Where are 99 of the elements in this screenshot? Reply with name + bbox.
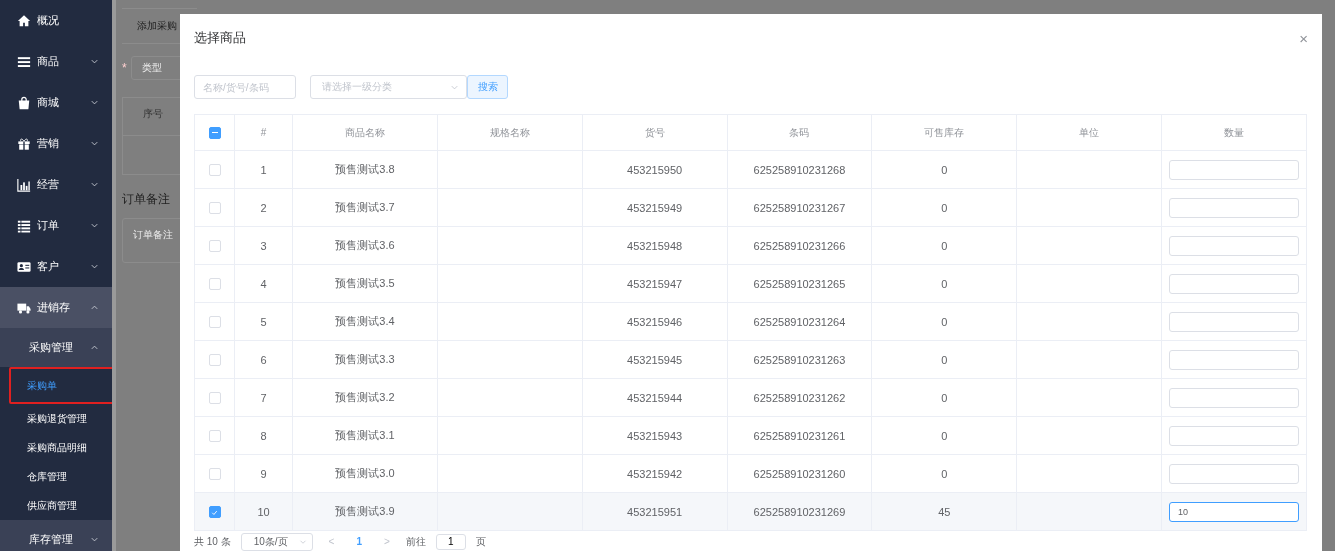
submenu-link[interactable]: 采购商品明细 (0, 433, 112, 462)
section-heading: 订单备注 (122, 191, 170, 208)
table-cell: 预售测试3.3 (335, 353, 395, 365)
table-cell: 预售测试3.8 (335, 163, 395, 175)
page-number-field[interactable]: 1 (435, 533, 466, 550)
nav-item[interactable]: 商城 (0, 82, 112, 123)
column-header: 可售库存 (871, 114, 1017, 151)
checkbox[interactable] (208, 126, 221, 139)
table-cell: 625258910231264 (753, 315, 846, 328)
quantity-field[interactable] (1169, 311, 1300, 332)
gift-icon (17, 136, 31, 151)
submenu-link[interactable]: 供应商管理 (0, 491, 112, 520)
nav-item[interactable]: 概况 (0, 0, 112, 41)
nav-item[interactable]: 商品 (0, 41, 112, 82)
table-cell: 625258910231266 (753, 239, 846, 252)
table-cell: 45 (938, 505, 951, 518)
submenu-link[interactable]: 采购退货管理 (0, 404, 112, 433)
table-cell: 453215943 (627, 429, 683, 442)
required-mark: * (122, 61, 127, 75)
table-cell: 0 (941, 239, 948, 252)
table-cell: 预售测试3.4 (335, 315, 395, 327)
table-cell: 625258910231260 (753, 467, 846, 480)
quantity-field[interactable] (1169, 197, 1300, 218)
table-cell: 预售测试3.9 (335, 505, 395, 517)
nav-item[interactable]: 营销 (0, 123, 112, 164)
table-cell: 5 (260, 315, 267, 328)
menu-icon (17, 54, 31, 69)
table-cell: 453215950 (627, 163, 683, 176)
table-cell: 453215946 (627, 315, 683, 328)
quantity-field[interactable]: 10 (1169, 501, 1300, 522)
page-size-select[interactable]: 10条/页 (240, 532, 313, 551)
house-icon (17, 13, 31, 28)
table-cell: 625258910231269 (753, 505, 846, 518)
submenu-item[interactable]: 采购管理 (0, 328, 112, 367)
column-header: 规格名称 (437, 114, 583, 151)
table-cell: 0 (941, 277, 948, 290)
table-cell: 预售测试3.6 (335, 239, 395, 251)
table-cell: 9 (260, 467, 267, 480)
table-cell: 7 (260, 391, 267, 404)
table-cell: 0 (941, 429, 948, 442)
column-header: 商品名称 (292, 114, 438, 151)
goto-label: 前往 (405, 534, 426, 549)
quantity-field[interactable] (1169, 349, 1300, 370)
page-suffix: 页 (475, 534, 486, 549)
column-header: 单位 (1016, 114, 1162, 151)
table-cell: 453215945 (627, 353, 683, 366)
table-cell: 453215942 (627, 467, 683, 480)
table-cell: 625258910231262 (753, 391, 846, 404)
table-cell: 预售测试3.1 (335, 429, 395, 441)
table-cell: 453215948 (627, 239, 683, 252)
table-cell: 0 (941, 391, 948, 404)
table-cell: 453215944 (627, 391, 683, 404)
bar-chart-icon (17, 177, 31, 192)
submenu-link[interactable]: 仓库管理 (0, 462, 112, 491)
nav-item[interactable]: 经营 (0, 164, 112, 205)
table-cell: 0 (941, 315, 948, 328)
table-cell: 1 (260, 163, 267, 176)
quantity-field[interactable] (1169, 425, 1300, 446)
quantity-field[interactable] (1169, 235, 1300, 256)
table-cell: 3 (260, 239, 267, 252)
table-cell: 0 (941, 201, 948, 214)
column-header: # (234, 114, 293, 151)
total-count: 共 10 条 (194, 534, 231, 549)
table-cell: 4 (260, 277, 267, 290)
table-cell: 8 (260, 429, 267, 442)
quantity-field[interactable] (1169, 273, 1300, 294)
quantity-field[interactable] (1169, 159, 1300, 180)
table-cell: 453215951 (627, 505, 683, 518)
dialog-title: 选择商品 (194, 29, 246, 47)
shopping-bag-icon (17, 95, 31, 110)
table-cell: 2 (260, 201, 267, 214)
checkbox[interactable] (208, 506, 221, 519)
contact-card-icon (17, 259, 31, 274)
table-cell: 预售测试3.5 (335, 277, 395, 289)
table-cell: 0 (941, 163, 948, 176)
table-cell: 453215947 (627, 277, 683, 290)
table-cell: 625258910231265 (753, 277, 846, 290)
table-cell: 6 (260, 353, 267, 366)
nav-item[interactable]: 客户 (0, 246, 112, 287)
table-cell: 预售测试3.2 (335, 391, 395, 403)
column-header: 货号 (582, 114, 728, 151)
table-cell: 625258910231261 (753, 429, 846, 442)
nav-item[interactable]: 进销存 (0, 287, 112, 328)
table-cell: 625258910231268 (753, 163, 846, 176)
table-cell: 预售测试3.7 (335, 201, 395, 213)
list-icon (17, 218, 31, 233)
table-cell: 625258910231267 (753, 201, 846, 214)
quantity-field[interactable] (1169, 387, 1300, 408)
table-cell: 10 (257, 505, 270, 518)
table-cell: 0 (941, 353, 948, 366)
table-cell: 453215949 (627, 201, 683, 214)
submenu-item[interactable]: 库存管理 (0, 520, 112, 551)
table-cell: 0 (941, 467, 948, 480)
table-cell: 预售测试3.0 (335, 467, 395, 479)
nav-item[interactable]: 订单 (0, 205, 112, 246)
column-header: 条码 (727, 114, 872, 151)
table-cell: 625258910231263 (753, 353, 846, 366)
quantity-field[interactable] (1169, 463, 1300, 484)
column-header: 数量 (1161, 114, 1307, 151)
